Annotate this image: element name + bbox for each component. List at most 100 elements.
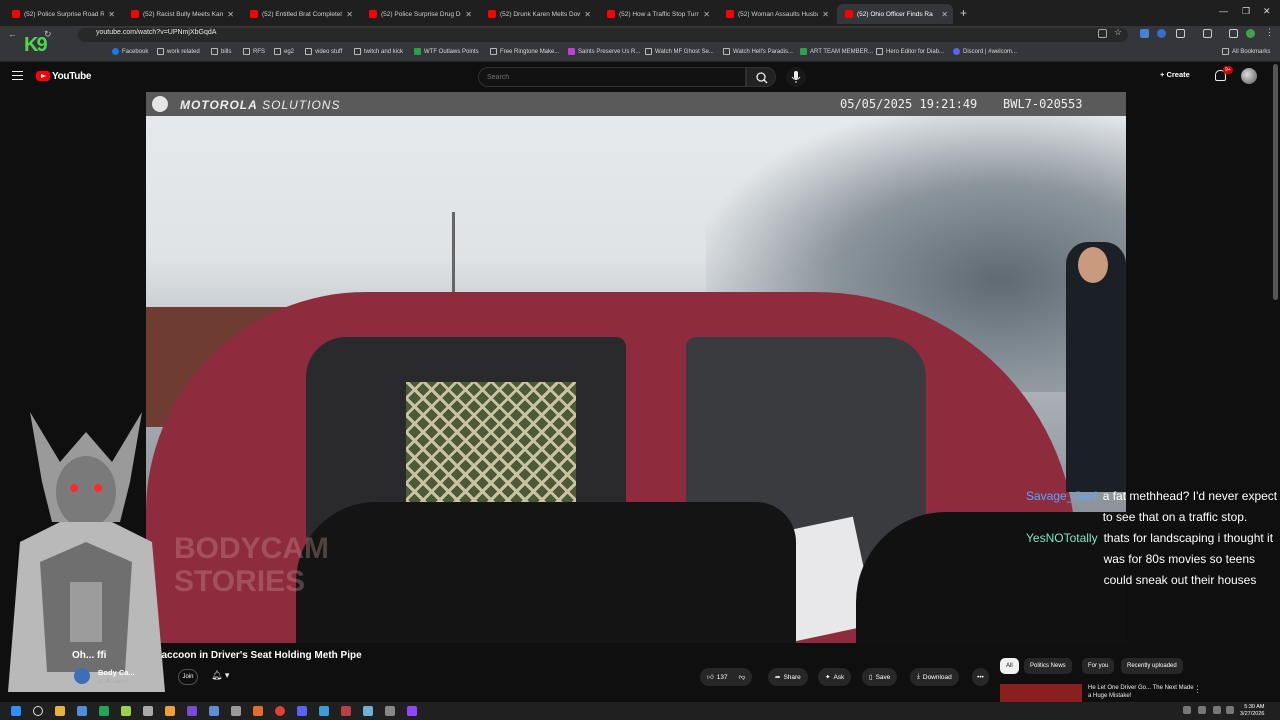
youtube-logo-icon[interactable] bbox=[36, 71, 50, 81]
recommended-title[interactable]: He Let One Driver Go... The Next Made a … bbox=[1088, 684, 1194, 700]
app-icon[interactable] bbox=[143, 706, 153, 716]
app-icon[interactable] bbox=[187, 706, 197, 716]
voice-search-button[interactable] bbox=[786, 67, 806, 87]
settings-icon[interactable] bbox=[385, 706, 395, 716]
close-tab-icon[interactable]: ✕ bbox=[822, 10, 829, 19]
windows-start-icon[interactable] bbox=[11, 706, 21, 716]
close-tab-icon[interactable]: ✕ bbox=[703, 10, 710, 19]
close-window-icon[interactable]: ✕ bbox=[1263, 6, 1271, 17]
search-icon[interactable] bbox=[33, 706, 43, 716]
share-button[interactable]: ➦ Share bbox=[768, 668, 808, 686]
new-tab-button[interactable]: + bbox=[960, 6, 967, 20]
profile-icon[interactable] bbox=[1246, 29, 1255, 38]
bookmark-item[interactable]: eg2 bbox=[274, 48, 294, 55]
taskbar-clock[interactable]: 5:30 AM 3/27/2026 bbox=[1240, 704, 1264, 718]
bookmark-item[interactable]: Facebook bbox=[112, 48, 148, 55]
bookmark-item[interactable]: ART TEAM MEMBER... bbox=[800, 48, 873, 55]
all-bookmarks[interactable]: All Bookmarks bbox=[1222, 48, 1270, 55]
app-icon[interactable] bbox=[77, 706, 87, 716]
subscribe-bell-icon[interactable]: 🔔︎ ▾ bbox=[211, 670, 229, 681]
bookmark-item[interactable]: Watch Hell's Paradis... bbox=[723, 48, 793, 55]
bookmark-item[interactable]: bills bbox=[211, 48, 231, 55]
app-icon[interactable] bbox=[319, 706, 329, 716]
minimize-icon[interactable]: — bbox=[1219, 6, 1228, 16]
more-actions-button[interactable]: ••• bbox=[972, 668, 989, 686]
discord-icon[interactable] bbox=[297, 706, 307, 716]
ask-button[interactable]: ✦ Ask bbox=[818, 668, 852, 686]
bookmark-item[interactable]: Hero Editor for Diab... bbox=[876, 48, 944, 55]
bookmark-item[interactable]: RFS bbox=[243, 48, 265, 55]
bookmark-item[interactable]: video stuff bbox=[305, 48, 342, 55]
channel-name[interactable]: Body Ca... bbox=[98, 668, 135, 677]
browser-tab[interactable]: (52) Police Surprise Road Rage✕ bbox=[4, 4, 120, 24]
bookmark-item[interactable]: WTF Outlaws Points bbox=[414, 48, 479, 55]
like-button[interactable]: 👍︎ 137 👎︎ bbox=[700, 668, 753, 686]
chip-politics-news[interactable]: Politics News bbox=[1024, 658, 1072, 674]
browser-tab[interactable]: (52) Police Surprise Drug Deal ✕ bbox=[361, 4, 477, 24]
browser-tab[interactable]: (52) Drunk Karen Melts Down a✕ bbox=[480, 4, 596, 24]
browser-tab[interactable]: (52) Woman Assaults Husband✕ bbox=[718, 4, 834, 24]
close-tab-icon[interactable]: ✕ bbox=[227, 10, 234, 19]
tray-icon[interactable] bbox=[1183, 706, 1191, 714]
bookmark-item[interactable]: Free Ringtone Make... bbox=[490, 48, 559, 55]
twitch-icon[interactable] bbox=[407, 706, 417, 716]
save-button[interactable]: ▯ Save bbox=[862, 668, 898, 686]
cast-icon[interactable] bbox=[1098, 29, 1107, 38]
firefox-icon[interactable] bbox=[253, 706, 263, 716]
download-button[interactable]: ⤓ Download bbox=[910, 668, 959, 686]
sidepanel-icon[interactable] bbox=[1203, 29, 1212, 38]
close-tab-icon[interactable]: ✕ bbox=[108, 10, 115, 19]
app-icon[interactable] bbox=[99, 706, 109, 716]
menu-hamburger-icon[interactable] bbox=[12, 71, 23, 80]
chip-for-you[interactable]: For you bbox=[1082, 658, 1115, 674]
downloads-icon[interactable] bbox=[1229, 29, 1238, 38]
app-icon[interactable] bbox=[341, 706, 351, 716]
close-tab-icon[interactable]: ✕ bbox=[584, 10, 591, 19]
menu-icon[interactable]: ⋮ bbox=[1265, 27, 1274, 37]
extension-icon[interactable] bbox=[1157, 29, 1166, 38]
browser-tab[interactable]: (52) How a Traffic Stop Turned ✕ bbox=[599, 4, 715, 24]
join-button[interactable]: Join bbox=[178, 669, 198, 685]
youtube-logo-text[interactable]: YouTube bbox=[52, 71, 92, 82]
close-tab-icon[interactable]: ✕ bbox=[941, 10, 948, 19]
tray-icon[interactable] bbox=[1198, 706, 1206, 714]
volume-icon[interactable] bbox=[1226, 706, 1234, 714]
bookmark-item[interactable]: Saints Preserve Us R... bbox=[568, 48, 640, 55]
channel-avatar[interactable] bbox=[74, 668, 90, 684]
video-player[interactable]: BODYCAM STORIES MOTOROLA SOLUTIONS 05/05… bbox=[146, 92, 1126, 643]
chip-all[interactable]: All bbox=[1000, 658, 1019, 674]
recommended-more-icon[interactable]: ⋮ bbox=[1193, 684, 1202, 695]
recommended-thumbnail[interactable] bbox=[1000, 684, 1082, 702]
app-icon[interactable] bbox=[165, 706, 175, 716]
url-field[interactable] bbox=[78, 28, 1128, 42]
browser-tab-active[interactable]: (52) Ohio Officer Finds Ra ✕ bbox=[837, 4, 953, 24]
page-scrollbar[interactable] bbox=[1273, 64, 1278, 300]
back-icon[interactable]: ← bbox=[8, 29, 17, 39]
app-icon[interactable] bbox=[121, 706, 131, 716]
maximize-icon[interactable]: ❐ bbox=[1242, 6, 1250, 17]
app-icon[interactable] bbox=[209, 706, 219, 716]
chrome-icon[interactable] bbox=[275, 706, 285, 716]
account-avatar[interactable] bbox=[1241, 68, 1257, 84]
youtube-favicon-icon bbox=[488, 10, 496, 18]
bookmark-item[interactable]: Watch MF Ghost Se... bbox=[645, 48, 714, 55]
create-button[interactable]: + Create bbox=[1160, 70, 1190, 79]
bookmark-item[interactable]: work related bbox=[157, 48, 200, 55]
close-tab-icon[interactable]: ✕ bbox=[465, 10, 472, 19]
app-icon[interactable] bbox=[231, 706, 241, 716]
chip-recently-uploaded[interactable]: Recently uploaded bbox=[1121, 658, 1183, 674]
network-icon[interactable] bbox=[1213, 706, 1221, 714]
thumbs-down-icon[interactable]: 👎︎ bbox=[739, 673, 746, 681]
search-button[interactable] bbox=[746, 67, 776, 87]
bookmark-item[interactable]: twitch and kick bbox=[354, 48, 403, 55]
file-explorer-icon[interactable] bbox=[55, 706, 65, 716]
close-tab-icon[interactable]: ✕ bbox=[346, 10, 353, 19]
browser-tab[interactable]: (52) Entitled Brat Completely L ✕ bbox=[242, 4, 358, 24]
bookmark-star-icon[interactable]: ☆ bbox=[1114, 27, 1123, 37]
app-icon[interactable] bbox=[363, 706, 373, 716]
extensions-icon[interactable] bbox=[1176, 29, 1185, 38]
bookmark-item[interactable]: Discord | #welcom... bbox=[953, 48, 1017, 55]
search-input[interactable] bbox=[478, 67, 746, 87]
browser-tab[interactable]: (52) Racist Bully Meets Karma ✕ bbox=[123, 4, 239, 24]
extension-icon[interactable] bbox=[1140, 29, 1149, 38]
